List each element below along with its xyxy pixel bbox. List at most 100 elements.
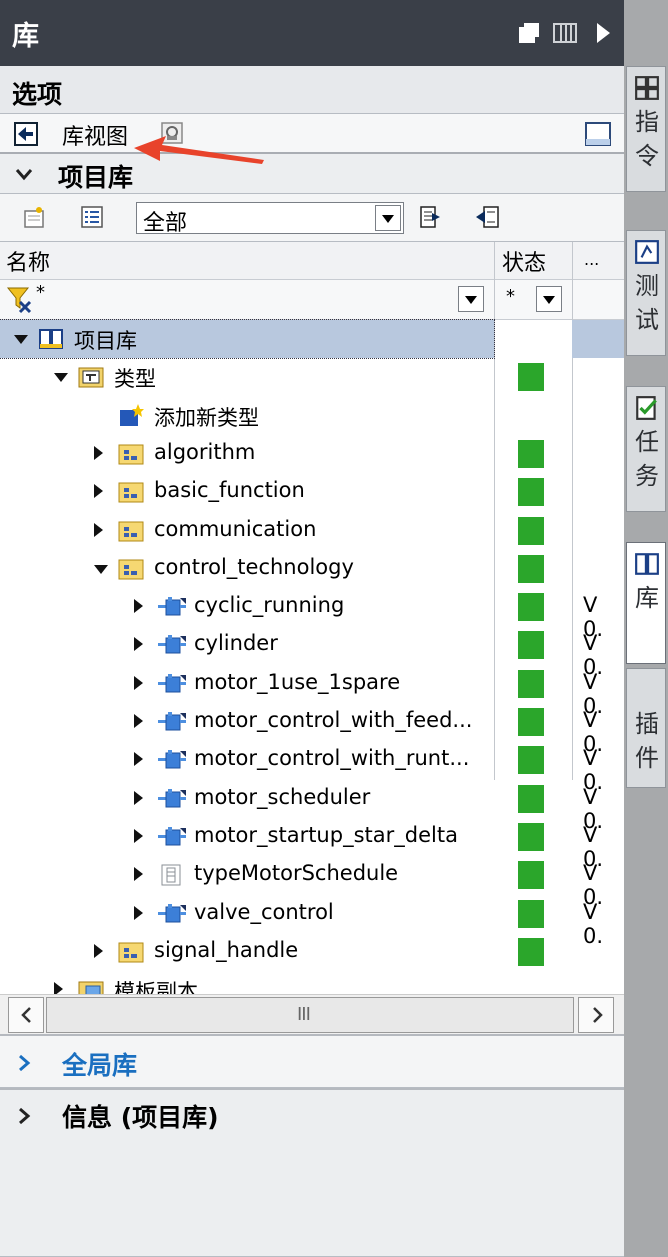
expand-arrow-icon[interactable] (134, 790, 143, 805)
side-tab-tasks[interactable]: 任务 (626, 386, 666, 512)
side-tab-libraries[interactable]: 库 (626, 542, 666, 664)
tree-row[interactable]: valve_control V 0. (0, 895, 603, 948)
window-layout-icon[interactable] (584, 121, 612, 147)
group-folder-icon (118, 940, 144, 964)
group-folder-icon (118, 557, 144, 581)
tree-row[interactable]: motor_startup_star_delta V 0. (0, 818, 603, 871)
update-types-icon[interactable] (418, 204, 444, 230)
status-filter-value[interactable]: * (506, 286, 515, 307)
tree-row[interactable]: signal_handle (0, 933, 574, 971)
expand-arrow-icon[interactable] (134, 675, 143, 690)
expand-arrow-icon[interactable] (134, 752, 143, 767)
scroll-thumb-grip: III (297, 1004, 311, 1025)
status-ok-indicator (518, 631, 544, 660)
tree-row[interactable]: cylinder V 0. (0, 626, 603, 679)
tree-row[interactable]: motor_scheduler V 0. (0, 780, 603, 833)
block-type-icon (158, 902, 188, 926)
scroll-left-button[interactable] (8, 997, 44, 1033)
tree-row-label: motor_control_with_feed... (194, 708, 473, 732)
tree-row[interactable]: typeMotorSchedule V 0. (0, 856, 603, 909)
name-filter-dropdown[interactable] (458, 286, 484, 312)
column-status[interactable]: 状态 (502, 245, 546, 277)
column-header: 名称 状态 ... (0, 242, 624, 280)
library-view-label[interactable]: 库视图 (62, 119, 128, 151)
tree-row[interactable]: motor_control_with_feed... V 0. (0, 703, 603, 756)
status-ok-indicator (518, 516, 544, 545)
tree-row[interactable]: motor_control_with_runt... V 0. (0, 741, 603, 794)
column-divider (572, 280, 573, 320)
expand-arrow-icon[interactable] (134, 905, 143, 920)
block-type-icon (158, 633, 188, 657)
tree-row[interactable]: control_technology (0, 550, 574, 588)
expand-arrow-icon[interactable] (134, 867, 143, 882)
scroll-thumb[interactable]: III (46, 997, 574, 1033)
float-window-icon[interactable] (516, 20, 542, 46)
column-more[interactable]: ... (584, 250, 599, 269)
chevron-right-icon[interactable] (14, 1106, 34, 1126)
tree-row[interactable]: 添加新类型 (0, 397, 574, 435)
tree-row[interactable]: algorithm (0, 435, 574, 473)
side-tab-label-char: 务 (635, 462, 659, 490)
block-type-icon (158, 748, 188, 772)
options-label: 选项 (12, 80, 63, 109)
status-ok-indicator (518, 669, 544, 698)
group-folder-icon (118, 519, 144, 543)
expand-arrow-icon[interactable] (94, 445, 103, 460)
side-tab-instructions[interactable]: 指令 (626, 66, 666, 192)
panel-layout-icon[interactable] (552, 20, 578, 46)
tree-row[interactable]: 类型 (0, 358, 574, 396)
collapse-panel-icon[interactable] (590, 20, 616, 46)
list-view-icon[interactable] (80, 205, 104, 229)
panel-title: 库 (12, 21, 39, 52)
expand-arrow-icon[interactable] (134, 599, 143, 614)
collapse-arrow-icon[interactable] (94, 564, 108, 574)
expand-arrow-icon[interactable] (94, 943, 103, 958)
annotation-arrow-icon (134, 136, 264, 164)
options-header: 选项 (0, 66, 624, 114)
status-filter-dropdown[interactable] (536, 286, 562, 312)
filter-dropdown[interactable]: 全部 (136, 202, 404, 236)
library-view-toolbar: 库视图 (0, 114, 624, 154)
side-tab-label-char: 件 (635, 744, 659, 772)
global-library-header[interactable]: 全局库 (0, 1034, 624, 1088)
scroll-right-button[interactable] (578, 997, 614, 1033)
expand-arrow-icon[interactable] (134, 637, 143, 652)
tree-row[interactable]: cyclic_running V 0. (0, 588, 603, 641)
column-divider (572, 242, 573, 280)
collapse-arrow-icon[interactable] (54, 373, 68, 383)
side-tab-label-char: 令 (635, 142, 659, 170)
chevron-right-icon[interactable] (14, 1053, 34, 1073)
tree-row-label: motor_1use_1spare (194, 669, 401, 694)
status-ok-indicator (518, 784, 544, 813)
expand-arrow-icon[interactable] (94, 484, 103, 499)
side-tab-testing[interactable]: 测试 (626, 230, 666, 356)
tree-row[interactable]: 项目库 (0, 319, 495, 359)
project-library-header[interactable]: 项目库 (0, 154, 624, 194)
side-tab-addins[interactable]: 插件 (626, 668, 666, 788)
expand-arrow-icon[interactable] (134, 828, 143, 843)
horizontal-scrollbar[interactable]: III (0, 994, 624, 1034)
open-library-view-icon[interactable] (14, 122, 38, 146)
collapse-arrow-icon[interactable] (14, 335, 28, 344)
tree-row[interactable]: communication (0, 512, 574, 550)
side-tab-label-char: 任 (635, 428, 659, 456)
chevron-right-icon (593, 1007, 603, 1023)
filter-dropdown-arrow[interactable] (375, 205, 401, 231)
libraries-panel: 库 选项 库视图 项目库 全部 名称 状态 ... * * 项目库 类型 添加新… (0, 0, 624, 1257)
instructions-icon (634, 75, 660, 101)
column-name[interactable]: 名称 (6, 245, 50, 277)
tree-row[interactable]: basic_function (0, 473, 574, 511)
new-folder-icon[interactable] (22, 205, 46, 229)
expand-arrow-icon[interactable] (94, 522, 103, 537)
status-ok-indicator (518, 937, 544, 966)
side-tab-label-char: 试 (635, 306, 659, 334)
expand-arrow-icon[interactable] (134, 714, 143, 728)
chevron-down-icon[interactable] (14, 164, 34, 184)
info-header[interactable]: 信息 (项目库) (0, 1088, 624, 1257)
import-types-icon[interactable] (474, 204, 500, 230)
column-divider (494, 242, 495, 280)
project-library-title: 项目库 (58, 163, 134, 192)
clear-filter-icon[interactable] (6, 286, 34, 314)
tree-row[interactable]: motor_1use_1spare V 0. (0, 665, 603, 718)
name-filter-value[interactable]: * (36, 282, 45, 303)
